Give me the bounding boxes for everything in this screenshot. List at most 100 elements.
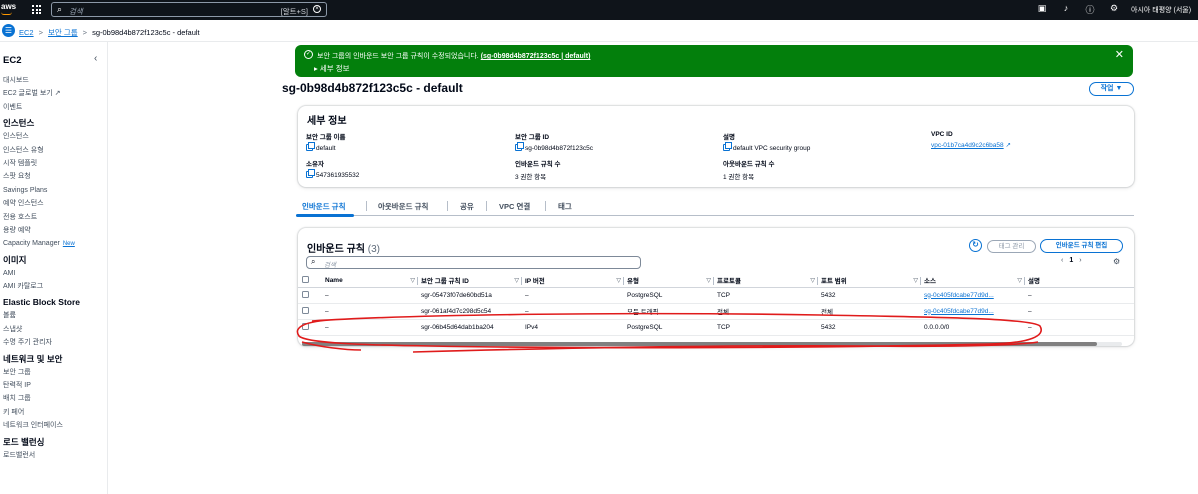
cell-value: –: [525, 291, 529, 299]
source-link[interactable]: sg-0c405fdcabe77d9d...: [924, 292, 994, 299]
sidebar-item[interactable]: 대시보드: [3, 74, 80, 87]
clear-search-icon[interactable]: ×: [313, 5, 321, 13]
column-header-description[interactable]: 설명▽: [1024, 274, 1134, 288]
copy-icon[interactable]: [723, 142, 732, 151]
refresh-icon[interactable]: ↻: [969, 239, 982, 252]
sidebar-item[interactable]: EC2 글로벌 보기 ↗: [3, 87, 80, 100]
notifications-icon[interactable]: ♪: [1061, 3, 1071, 15]
select-all-checkbox[interactable]: [302, 276, 309, 284]
sidebar-item[interactable]: Savings Plans: [3, 184, 80, 197]
sidebar-item[interactable]: 시작 템플릿: [3, 157, 80, 170]
next-page-icon[interactable]: ›: [1079, 257, 1081, 264]
actions-button[interactable]: 작업 ▼: [1089, 82, 1134, 96]
sidebar-item[interactable]: AMI: [3, 267, 80, 280]
help-icon[interactable]: ⓘ: [1085, 3, 1095, 15]
sidebar-item[interactable]: 전용 호스트: [3, 211, 80, 224]
column-header-rule-id[interactable]: 보안 그룹 규칙 ID ▽: [417, 274, 522, 288]
row-checkbox[interactable]: [302, 323, 309, 330]
region-selector[interactable]: 아시아 태평양 (서울): [1131, 5, 1191, 15]
copy-icon[interactable]: [515, 142, 524, 151]
sidebar-item[interactable]: 로드밸런서: [3, 449, 80, 462]
column-header-source[interactable]: 소스 ▽: [920, 274, 1025, 288]
sidebar-item[interactable]: 이벤트: [3, 101, 80, 114]
column-header-port-range[interactable]: 포트 범위 ▽: [817, 274, 921, 288]
breadcrumb-security-groups[interactable]: 보안 그룹: [48, 28, 78, 37]
table-row[interactable]: – sgr-061af4d7c298d5c54 – 모든 트래픽 전체 전체 sg-0c40…: [298, 303, 1134, 320]
flash-sg-link[interactable]: (sg-0b98d4b872f123c5c | default): [481, 53, 591, 60]
column-label: IP 버전: [525, 278, 545, 286]
breadcrumb-ec2[interactable]: EC2: [19, 28, 34, 37]
sidebar-item[interactable]: 키 페어: [3, 406, 80, 419]
sort-icon[interactable]: ▽: [810, 277, 815, 284]
sort-icon[interactable]: ▽: [514, 277, 519, 284]
column-header-protocol[interactable]: 프로토콜 ▽: [713, 274, 818, 288]
sort-icon[interactable]: ▽: [410, 277, 415, 284]
column-header-ip-version[interactable]: IP 버전 ▽: [521, 274, 624, 288]
page-title: sg-0b98d4b872f123c5c - default: [282, 81, 463, 95]
chevron-right-icon: >: [38, 28, 43, 37]
vpc-id-link[interactable]: vpc-01b7ca4d9c2c6ba58: [931, 142, 1004, 149]
close-icon[interactable]: ✕: [1115, 48, 1124, 61]
sidebar-item[interactable]: Capacity Manager New: [3, 237, 80, 250]
owner-field: 소유자 547361935532: [306, 158, 359, 179]
sidebar-item[interactable]: 탄력적 IP: [3, 379, 80, 392]
column-header-name[interactable]: Name ▽: [321, 274, 418, 288]
manage-tags-button[interactable]: 태그 관리: [987, 240, 1036, 253]
cell-value: IPv4: [525, 323, 539, 331]
sidebar-item[interactable]: 용량 예약: [3, 224, 80, 237]
sort-icon[interactable]: ▽: [706, 277, 711, 284]
sidebar-item[interactable]: 수명 주기 관리자: [3, 336, 80, 349]
inbound-rules-heading: 인바운드 규칙 (3): [307, 240, 380, 255]
rules-search-input[interactable]: ⌕ 검색: [306, 256, 641, 269]
tab-tags[interactable]: 태그: [558, 201, 572, 212]
horizontal-scrollbar[interactable]: [302, 342, 1122, 346]
tab-sharing[interactable]: 공유: [460, 201, 474, 212]
row-checkbox[interactable]: [302, 291, 309, 298]
sort-icon[interactable]: ▽: [913, 277, 918, 284]
sidebar-item[interactable]: AMI 카탈로그: [3, 280, 80, 293]
cell-value: TCP: [717, 291, 730, 299]
sort-icon[interactable]: ▽: [616, 277, 621, 284]
copy-icon[interactable]: [306, 142, 315, 151]
collapse-sidebar-icon[interactable]: ‹: [94, 53, 97, 64]
aws-logo[interactable]: aws: [1, 2, 16, 15]
scrollbar-thumb[interactable]: [302, 342, 1097, 346]
sidebar: EC2 ‹ 대시보드 EC2 글로벌 보기 ↗ 이벤트 인스턴스 인스턴스 인스턴스 유형…: [0, 42, 108, 494]
sidebar-item-label: 수명 주기 관리자: [3, 339, 52, 347]
flash-expand-details[interactable]: ▸ 세부 정보: [314, 63, 350, 74]
row-checkbox[interactable]: [302, 307, 309, 314]
table-row[interactable]: – sgr-05473f07de60bd51a – PostgreSQL TCP 5432…: [298, 287, 1134, 304]
sidebar-item[interactable]: 볼륨: [3, 309, 80, 322]
sort-icon[interactable]: ▽: [1017, 277, 1022, 284]
tab-inbound-rules[interactable]: 인바운드 규칙: [302, 201, 345, 212]
source-link[interactable]: sg-0c405fdcabe77d9d...: [924, 308, 994, 315]
sidebar-item[interactable]: 인스턴스 유형: [3, 144, 80, 157]
services-grid-icon[interactable]: [32, 5, 41, 14]
global-search-input[interactable]: ⌕ 검색 [알트+S] ×: [51, 2, 327, 17]
search-icon: ⌕: [311, 257, 316, 266]
table-row[interactable]: – sgr-06b45d64dab1ba204 IPv4 PostgreSQL TCP 5…: [298, 319, 1134, 336]
table-cell-proto: TCP: [713, 287, 817, 304]
sidebar-item[interactable]: 스팟 요청: [3, 170, 80, 183]
prev-page-icon[interactable]: ‹: [1061, 257, 1063, 264]
copy-icon[interactable]: [306, 169, 315, 178]
column-label: 포트 범위: [821, 278, 847, 286]
sidebar-item[interactable]: 예약 인스턴스: [3, 197, 80, 210]
menu-icon[interactable]: ☰: [2, 24, 15, 37]
sidebar-item[interactable]: 네트워크 인터페이스: [3, 419, 80, 432]
sidebar-item[interactable]: 보안 그룹: [3, 366, 80, 379]
column-header-type[interactable]: 유형 ▽: [623, 274, 714, 288]
tab-vpc-associations[interactable]: VPC 연결: [499, 201, 530, 212]
settings-icon[interactable]: ⚙: [1109, 3, 1119, 15]
sidebar-item-label: 스냅샷: [3, 325, 23, 333]
page-number[interactable]: 1: [1069, 257, 1073, 264]
tab-outbound-rules[interactable]: 아웃바운드 규칙: [378, 201, 428, 212]
sidebar-item[interactable]: 배치 그룹: [3, 392, 80, 405]
sidebar-item[interactable]: 인스턴스: [3, 130, 80, 143]
edit-inbound-rules-button[interactable]: 인바운드 규칙 편집: [1040, 239, 1123, 253]
outbound-count-value: 1 권한 항목: [723, 174, 755, 181]
cloudshell-icon[interactable]: ▣: [1037, 3, 1047, 15]
table-cell-port: 5432: [817, 287, 920, 304]
table-settings-icon[interactable]: ⚙: [1113, 257, 1120, 266]
sidebar-item[interactable]: 스냅샷: [3, 323, 80, 336]
